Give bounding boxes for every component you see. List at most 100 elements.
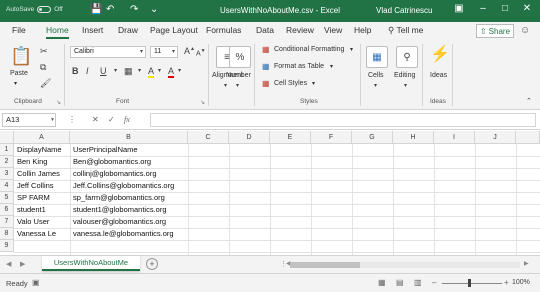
horizontal-scrollbar[interactable] [290,262,520,268]
normal-view-icon[interactable]: ▦ [378,278,386,287]
cell-a6[interactable]: student1 [14,204,70,216]
customize-qat-icon[interactable]: ⌄ [150,4,158,15]
confirm-entry-icon[interactable]: ✓ [108,115,115,124]
row-header[interactable]: 1 [0,144,14,156]
feedback-smiley-icon[interactable]: ☺ [520,25,530,36]
cell-a4[interactable]: Jeff Collins [14,180,70,192]
underline-button[interactable]: U [100,66,107,76]
font-color-icon[interactable]: A [168,66,175,78]
paste-dropdown-icon[interactable]: ▾ [14,80,17,87]
editing-button-label[interactable]: Editing [394,72,415,79]
sheet-tab-active[interactable]: UsersWithNoAboutMe [42,256,140,271]
row-header[interactable]: 6 [0,204,14,216]
scroll-right-icon[interactable]: ▶ [524,260,529,267]
column-header[interactable]: E [270,131,311,144]
row-header[interactable]: 2 [0,156,14,168]
cell-styles-button[interactable]: Cell Styles [274,80,307,87]
format-as-table-icon[interactable]: ▦ [262,62,270,71]
column-header[interactable]: B [70,131,188,144]
cell-styles-icon[interactable]: ▦ [262,79,270,88]
page-break-view-icon[interactable]: ▥ [414,278,422,287]
autosave-switch[interactable] [37,6,52,13]
add-sheet-icon[interactable]: + [146,258,158,270]
cells-dropdown-icon[interactable]: ▾ [374,82,377,89]
name-box-dropdown-icon[interactable]: ▼ [50,117,55,123]
redo-icon[interactable]: ↷ [130,4,138,15]
cell-a1[interactable]: DisplayName [14,144,70,156]
bold-button[interactable]: B [72,66,79,76]
cell-a8[interactable]: Vanessa Le [14,228,70,240]
sheet-nav-prev-icon[interactable]: ◀ [6,260,11,268]
row-header[interactable]: 8 [0,228,14,240]
close-icon[interactable]: ✕ [520,3,534,14]
format-as-table-button[interactable]: Format as Table [274,63,324,70]
macro-record-icon[interactable]: ▣ [32,278,40,287]
editing-icon[interactable]: ⚲ [396,46,418,68]
cell-a3[interactable]: Collin James [14,168,70,180]
borders-dropdown-icon[interactable]: ▾ [138,67,141,74]
zoom-out-icon[interactable]: – [432,278,436,287]
conditional-formatting-icon[interactable]: ▦ [262,45,270,54]
tab-page-layout[interactable]: Page Layout [150,25,198,35]
zoom-in-icon[interactable]: + [504,278,509,287]
row-header[interactable]: 7 [0,216,14,228]
cell-b2[interactable]: Ben@globomantics.org [70,156,188,168]
cell-styles-dropdown-icon[interactable]: ▾ [312,80,315,87]
paste-button-label[interactable]: Paste [10,70,28,77]
horizontal-scroll-thumb[interactable] [290,262,360,268]
tab-home[interactable]: Home [46,25,69,39]
tab-data[interactable]: Data [256,25,274,35]
copy-icon[interactable]: ⧉ [40,62,46,73]
fill-color-dropdown-icon[interactable]: ▾ [158,67,161,74]
zoom-slider-thumb[interactable] [468,279,471,287]
cell-b7[interactable]: valouser@globomantics.org [70,216,188,228]
tab-file[interactable]: File [12,25,26,35]
column-header[interactable] [516,131,540,144]
zoom-slider[interactable] [442,283,502,284]
column-header[interactable]: F [311,131,352,144]
formula-input[interactable] [150,113,536,127]
format-as-table-dropdown-icon[interactable]: ▾ [330,63,333,70]
font-color-dropdown-icon[interactable]: ▾ [178,67,181,74]
font-launcher-icon[interactable]: ↘ [200,99,205,106]
shrink-font-icon[interactable]: A▼ [196,48,206,57]
number-format-icon[interactable]: % [229,46,251,68]
name-box[interactable]: A13 [2,113,56,127]
cell-a2[interactable]: Ben King [14,156,70,168]
ideas-button-label[interactable]: Ideas [430,72,447,79]
share-button[interactable]: ⇧ Share [476,24,514,38]
tab-review[interactable]: Review [286,25,314,35]
row-header[interactable]: 5 [0,192,14,204]
select-all-corner[interactable] [0,131,14,144]
cell-a7[interactable]: Valo User [14,216,70,228]
row-header[interactable]: 3 [0,168,14,180]
page-layout-view-icon[interactable]: ▤ [396,278,404,287]
clipboard-launcher-icon[interactable]: ↘ [56,99,61,106]
cancel-entry-icon[interactable]: ✕ [92,115,99,124]
cell-b9[interactable] [70,240,188,252]
tab-help[interactable]: Help [354,25,371,35]
font-name-dropdown-icon[interactable]: ▾ [140,48,143,55]
row-header[interactable]: 9 [0,240,14,252]
conditional-formatting-button[interactable]: Conditional Formatting [274,46,344,53]
column-header[interactable]: A [14,131,70,144]
number-button-label[interactable]: Number [226,72,251,79]
cell-b5[interactable]: sp_farm@globomantics.org [70,192,188,204]
cell-a5[interactable]: SP FARM [14,192,70,204]
column-header[interactable]: H [393,131,434,144]
tab-draw[interactable]: Draw [118,25,138,35]
row-header[interactable]: 4 [0,180,14,192]
editing-dropdown-icon[interactable]: ▾ [404,82,407,89]
font-size-dropdown-icon[interactable]: ▾ [172,48,175,55]
paste-icon[interactable]: 📋 [10,46,32,67]
ribbon-display-icon[interactable]: ▣ [452,3,466,14]
undo-icon[interactable]: ↶ [106,4,114,15]
cell-a9[interactable] [14,240,70,252]
format-painter-icon[interactable]: 🖌 [40,78,51,89]
user-name[interactable]: Vlad Catrinescu [376,6,432,15]
zoom-level[interactable]: 100% [512,279,530,286]
cell-b1[interactable]: UserPrincipalName [70,144,188,156]
column-header[interactable]: J [475,131,516,144]
italic-button[interactable]: I [86,66,89,76]
tab-insert[interactable]: Insert [82,25,103,35]
